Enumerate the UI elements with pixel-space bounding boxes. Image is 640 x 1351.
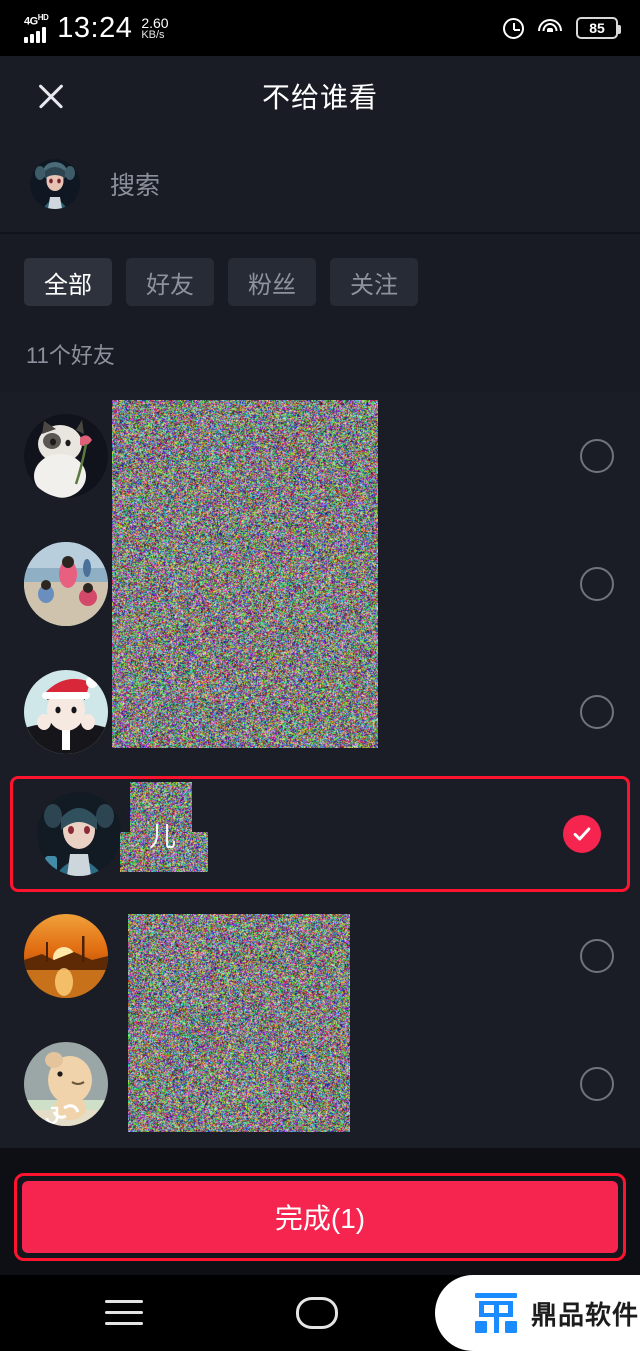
data-rate-indicator: 2.60 KB/s: [141, 17, 168, 41]
filter-chip-following[interactable]: 关注: [330, 258, 418, 306]
friend-count-label: 11个好友: [0, 306, 640, 392]
system-nav-bar: 鼎品软件: [0, 1275, 640, 1351]
select-radio[interactable]: [580, 695, 614, 729]
status-bar-left: 4GHD 13:24 2.60 KB/s: [24, 13, 169, 44]
dingpin-logo-icon: [473, 1291, 519, 1335]
select-radio[interactable]: [580, 567, 614, 601]
avatar: [24, 1042, 108, 1126]
network-type-label: 4GHD: [24, 13, 48, 27]
search-bar[interactable]: 搜索: [0, 136, 640, 232]
home-icon[interactable]: [296, 1297, 338, 1329]
friend-list: 儿: [0, 392, 640, 1148]
page-title: 不给谁看: [0, 76, 640, 116]
check-icon: [571, 823, 593, 845]
anime-girl-avatar: [30, 159, 80, 209]
cartoon-bear-avatar: [24, 1042, 108, 1126]
avatar: [37, 792, 121, 876]
data-rate-value: 2.60: [141, 17, 168, 29]
phone-screen: 4GHD 13:24 2.60 KB/s 85 不给谁看 搜索 全部 好友 粉丝…: [0, 0, 640, 1351]
anime-girl-avatar: [37, 792, 121, 876]
avatar: [24, 542, 108, 626]
select-radio[interactable]: [580, 439, 614, 473]
friend-name: 儿: [149, 815, 176, 854]
avatar: [24, 414, 108, 498]
table-row[interactable]: [0, 520, 640, 648]
signal-bars-icon: [24, 27, 46, 43]
select-radio[interactable]: [580, 1067, 614, 1101]
avatar: [24, 670, 108, 754]
battery-icon: 85: [576, 17, 618, 39]
status-bar: 4GHD 13:24 2.60 KB/s 85: [0, 0, 640, 56]
search-input[interactable]: 搜索: [110, 166, 160, 202]
filter-section: 全部 好友 粉丝 关注: [0, 234, 640, 306]
avatar: [30, 159, 80, 209]
filter-chip-friends[interactable]: 好友: [126, 258, 214, 306]
done-button-container: 完成(1): [14, 1173, 626, 1261]
data-rate-unit: KB/s: [141, 29, 168, 41]
done-button[interactable]: 完成(1): [22, 1181, 618, 1253]
signal-indicator: 4GHD: [24, 13, 48, 44]
clock-label: 13:24: [57, 13, 132, 43]
done-button-annotation: 完成(1): [14, 1173, 626, 1261]
status-bar-right: 85: [503, 0, 618, 56]
page-header: 不给谁看: [0, 56, 640, 136]
sunset-avatar: [24, 914, 108, 998]
filter-chip-all[interactable]: 全部: [24, 258, 112, 306]
table-row[interactable]: [0, 648, 640, 776]
select-radio-checked[interactable]: [563, 815, 601, 853]
table-row[interactable]: [0, 392, 640, 520]
children-on-beach-avatar: [24, 542, 108, 626]
table-row[interactable]: [0, 892, 640, 1020]
cat-with-rose-avatar: [24, 414, 108, 498]
watermark: 鼎品软件: [435, 1275, 640, 1351]
battery-level-label: 85: [589, 20, 605, 36]
alarm-clock-icon: [503, 18, 524, 39]
santa-hat-girl-avatar: [24, 670, 108, 754]
menu-icon[interactable]: [105, 1300, 143, 1326]
filter-chip-fans[interactable]: 粉丝: [228, 258, 316, 306]
table-row-selected[interactable]: 儿: [10, 776, 630, 892]
table-row[interactable]: [0, 1020, 640, 1148]
select-radio[interactable]: [580, 939, 614, 973]
filter-chip-group: 全部 好友 粉丝 关注: [24, 258, 616, 306]
wifi-icon: [538, 19, 562, 37]
avatar: [24, 914, 108, 998]
watermark-label: 鼎品软件: [531, 1295, 639, 1332]
